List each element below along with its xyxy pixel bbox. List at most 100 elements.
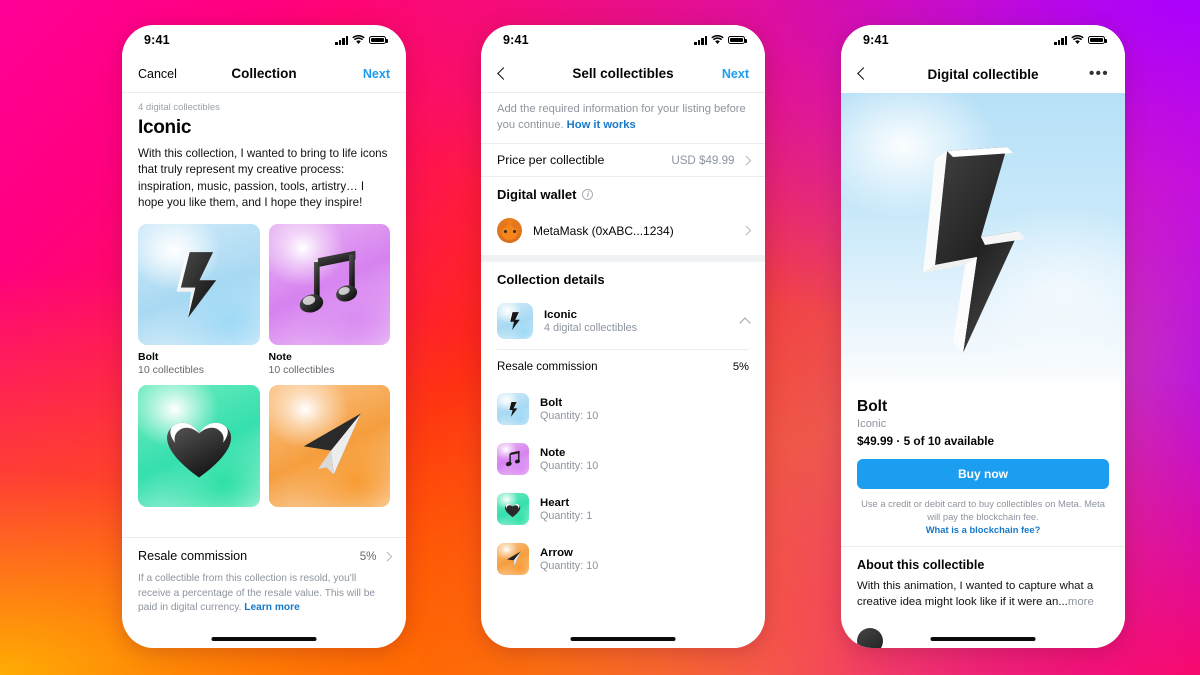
about-text-wrap: With this animation, I wanted to capture… bbox=[857, 572, 1109, 610]
collectible-tile-heart[interactable] bbox=[138, 385, 260, 507]
music-note-icon bbox=[299, 250, 357, 313]
collection-subtitle: 4 digital collectibles bbox=[138, 102, 220, 113]
resale-footnote: If a collectible from this collection is… bbox=[138, 572, 390, 626]
collectible-tile-bolt[interactable]: Bolt 10 collectibles bbox=[138, 223, 260, 377]
status-icons bbox=[335, 35, 388, 45]
collectible-art-note bbox=[268, 223, 390, 346]
home-indicator bbox=[211, 636, 317, 641]
collectible-price-availability: $49.99 · 5 of 10 available bbox=[857, 434, 995, 448]
section-divider bbox=[481, 255, 765, 263]
resale-commission-row[interactable]: Resale commission 5% bbox=[138, 538, 392, 572]
status-bar: 9:41 bbox=[481, 25, 765, 55]
wallet-name: MetaMask (0xABC...1234) bbox=[533, 223, 674, 238]
chevron-up-icon[interactable] bbox=[739, 317, 751, 329]
item-thumb-heart bbox=[497, 493, 529, 526]
collection-details-label: Collection details bbox=[497, 272, 605, 288]
bolt-icon bbox=[508, 401, 518, 417]
about-more-link[interactable]: more bbox=[1068, 596, 1094, 608]
buy-fine-print-text: Use a credit or debit card to buy collec… bbox=[861, 498, 1105, 522]
nav-bar-sell: Sell collectibles Next bbox=[481, 55, 765, 93]
cancel-button[interactable]: Cancel bbox=[138, 67, 180, 81]
intro-block: Add the required information for your li… bbox=[481, 93, 765, 143]
more-options-button[interactable]: ••• bbox=[1067, 65, 1109, 82]
collectible-collection: Iconic bbox=[857, 418, 887, 430]
learn-more-link[interactable]: Learn more bbox=[244, 602, 299, 613]
resale-commission-label: Resale commission bbox=[497, 360, 598, 374]
item-row-arrow[interactable]: Arrow Quantity: 10 bbox=[497, 535, 749, 585]
resale-commission-value: 5% bbox=[360, 550, 392, 563]
item-text: Heart Quantity: 1 bbox=[540, 497, 749, 522]
item-thumb-arrow bbox=[497, 543, 529, 576]
resale-commission-label: Resale commission bbox=[138, 549, 248, 564]
item-row-note[interactable]: Note Quantity: 10 bbox=[497, 435, 749, 485]
how-it-works-link[interactable]: How it works bbox=[567, 119, 636, 131]
price-value-wrap: USD $49.99 bbox=[671, 154, 751, 167]
bolt-icon bbox=[176, 252, 217, 318]
screen-collection: 9:41 Cancel Collection Next 4 digital co… bbox=[122, 25, 406, 648]
collection-details-heading: Collection details bbox=[497, 262, 749, 295]
cellular-bars-icon bbox=[335, 35, 348, 45]
chevron-right-icon bbox=[382, 551, 392, 561]
collectible-grid: Bolt 10 collectibles Note 10 collectible… bbox=[138, 223, 390, 507]
collectible-tile-name: Note bbox=[268, 351, 292, 364]
battery-icon bbox=[1088, 35, 1107, 45]
item-row-heart[interactable]: Heart Quantity: 1 bbox=[497, 485, 749, 535]
phone-mockup-sell: 9:41 Sell collectibles Next Add the requ… bbox=[481, 25, 765, 648]
heart-icon bbox=[166, 422, 231, 478]
battery-icon bbox=[728, 35, 747, 45]
music-note-icon bbox=[505, 450, 520, 467]
screen-sell-collectibles: 9:41 Sell collectibles Next Add the requ… bbox=[481, 25, 765, 648]
collectible-art-arrow bbox=[268, 385, 390, 507]
intro-text-wrap: Add the required information for your li… bbox=[497, 93, 749, 143]
collection-content: 4 digital collectibles Iconic With this … bbox=[122, 93, 406, 537]
cellular-bars-icon bbox=[694, 35, 707, 45]
next-button[interactable]: Next bbox=[707, 67, 749, 81]
collection-name: Iconic bbox=[544, 308, 577, 321]
item-thumb-note bbox=[497, 443, 529, 476]
about-block: About this collectible With this animati… bbox=[841, 547, 1125, 610]
back-button[interactable] bbox=[857, 67, 899, 81]
status-time: 9:41 bbox=[503, 33, 529, 47]
item-quantity: Quantity: 10 bbox=[540, 459, 599, 472]
item-name: Note bbox=[540, 446, 566, 459]
collection-thumb-bolt bbox=[497, 303, 533, 340]
chevron-left-icon bbox=[497, 66, 510, 80]
item-row-bolt[interactable]: Bolt Quantity: 10 bbox=[497, 385, 749, 435]
back-button[interactable] bbox=[497, 66, 539, 81]
collectible-tile-arrow[interactable] bbox=[268, 385, 390, 507]
wifi-icon bbox=[1071, 35, 1084, 44]
arrow-icon bbox=[303, 413, 361, 475]
collection-meta: 4 digital collectibles bbox=[544, 321, 638, 334]
collection-text: Iconic 4 digital collectibles bbox=[544, 309, 730, 334]
detail-info-block: Bolt Iconic $49.99 · 5 of 10 available B… bbox=[841, 388, 1125, 546]
info-icon[interactable]: i bbox=[582, 189, 594, 201]
resale-commission-row[interactable]: Resale commission 5% bbox=[497, 350, 749, 385]
next-button[interactable]: Next bbox=[348, 67, 390, 81]
wifi-icon bbox=[352, 35, 365, 44]
status-time: 9:41 bbox=[863, 33, 889, 47]
collectible-tile-name: Bolt bbox=[138, 351, 159, 364]
detail-content: Bolt Iconic $49.99 · 5 of 10 available B… bbox=[841, 93, 1125, 648]
collection-row-iconic[interactable]: Iconic 4 digital collectibles bbox=[497, 295, 751, 349]
item-thumb-bolt bbox=[497, 393, 529, 426]
wallet-row-metamask[interactable]: MetaMask (0xABC...1234) bbox=[497, 210, 751, 255]
collection-description: With this collection, I wanted to bring … bbox=[138, 147, 388, 210]
buy-fine-print: Use a credit or debit card to buy collec… bbox=[857, 489, 1109, 546]
price-per-collectible-row[interactable]: Price per collectible USD $49.99 bbox=[497, 144, 751, 176]
item-quantity: Quantity: 10 bbox=[540, 559, 599, 572]
wallet-block: Digital wallet i MetaMask (0xABC...1234) bbox=[481, 177, 765, 255]
item-text: Arrow Quantity: 10 bbox=[540, 547, 749, 572]
item-name: Heart bbox=[540, 496, 570, 509]
collectible-name: Bolt bbox=[857, 398, 888, 415]
hero-image-bolt bbox=[841, 93, 1125, 388]
collectible-tile-note[interactable]: Note 10 collectibles bbox=[268, 223, 390, 376]
heart-icon bbox=[505, 503, 521, 517]
collectible-tile-count: 10 collectibles bbox=[138, 364, 204, 377]
blockchain-fee-link[interactable]: What is a blockchain fee? bbox=[926, 524, 1041, 535]
about-heading: About this collectible bbox=[857, 558, 985, 572]
page-title: Collection bbox=[231, 66, 297, 81]
buy-now-button[interactable]: Buy now bbox=[857, 459, 1109, 489]
more-options-icon: ••• bbox=[1089, 65, 1109, 82]
cellular-bars-icon bbox=[1054, 35, 1067, 45]
metamask-fox-icon bbox=[497, 218, 522, 244]
